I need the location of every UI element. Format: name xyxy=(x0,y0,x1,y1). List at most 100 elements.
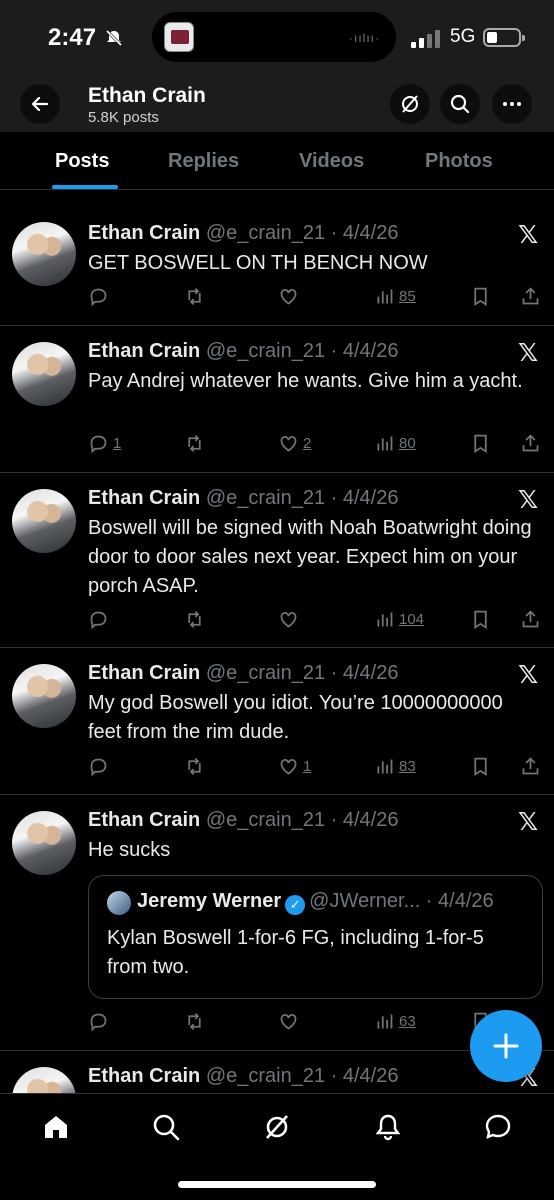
home-indicator[interactable] xyxy=(178,1181,376,1188)
post[interactable]: Ethan Crain @e_crain_21 · 4/4/26 𝕏 Pay A… xyxy=(0,326,554,473)
live-activity-app-icon xyxy=(164,22,194,52)
views-button[interactable]: 63 xyxy=(374,1011,416,1032)
post-header: Ethan Crain @e_crain_21 · 4/4/26 xyxy=(88,340,398,363)
view-count: 63 xyxy=(399,1013,416,1030)
quoted-handle-date: @JWerner... · 4/4/26 xyxy=(309,890,494,912)
tab-posts[interactable]: Posts xyxy=(55,150,109,173)
post[interactable]: Ethan Crain @e_crain_21 · 4/4/26 𝕏 GET B… xyxy=(0,208,554,326)
repost-icon xyxy=(188,611,201,628)
like-button[interactable]: 1 xyxy=(278,756,311,777)
quoted-header: Jeremy Werner ✓ @JWerner... · 4/4/26 xyxy=(137,890,494,915)
bookmark-button[interactable] xyxy=(470,609,491,630)
heart-icon xyxy=(280,436,297,452)
author-name[interactable]: Ethan Crain xyxy=(88,222,200,244)
view-count: 80 xyxy=(399,435,416,452)
search-icon[interactable] xyxy=(151,1112,181,1142)
search-button[interactable] xyxy=(440,84,480,124)
avatar[interactable] xyxy=(12,664,76,728)
handle-date: @e_crain_21 · 4/4/26 xyxy=(205,1065,399,1087)
views-chart-icon xyxy=(377,612,393,627)
like-button[interactable] xyxy=(278,286,303,307)
repost-button[interactable] xyxy=(184,756,205,777)
more-icon xyxy=(503,102,521,106)
bookmark-button[interactable] xyxy=(470,756,491,777)
share-button[interactable] xyxy=(520,756,541,777)
quoted-text: Kylan Boswell 1-for-6 FG, including 1-fo… xyxy=(107,927,484,978)
search-icon xyxy=(450,94,470,114)
tab-photos[interactable]: Photos xyxy=(425,150,493,173)
author-name[interactable]: Ethan Crain xyxy=(88,809,200,831)
cellular-signal-icon xyxy=(411,30,440,48)
status-time: 2:47 xyxy=(48,24,124,52)
handle-date: @e_crain_21 · 4/4/26 xyxy=(205,222,399,244)
repost-button[interactable] xyxy=(184,433,205,454)
share-button[interactable] xyxy=(520,286,541,307)
back-button[interactable] xyxy=(20,84,60,124)
heart-icon xyxy=(280,759,297,775)
avatar[interactable] xyxy=(12,222,76,286)
post-count: 5.8K posts xyxy=(88,109,159,126)
messages-icon[interactable] xyxy=(483,1112,513,1142)
quoted-post[interactable]: Jeremy Werner ✓ @JWerner... · 4/4/26 Kylan… xyxy=(88,875,543,999)
grok-icon[interactable] xyxy=(262,1112,292,1142)
post[interactable]: Ethan Crain @e_crain_21 · 4/4/26 𝕏 He su… xyxy=(0,795,554,1051)
bookmark-button[interactable] xyxy=(470,286,491,307)
views-button[interactable]: 83 xyxy=(374,756,416,777)
compose-post-button[interactable] xyxy=(470,1010,542,1082)
post-text: My god Boswell you idiot. You’re 1000000… xyxy=(88,692,503,743)
repost-button[interactable] xyxy=(184,1011,205,1032)
x-logo-icon: 𝕏 xyxy=(518,339,539,367)
post-header: Ethan Crain @e_crain_21 · 4/4/26 xyxy=(88,662,398,685)
like-button[interactable] xyxy=(278,609,303,630)
post[interactable]: Ethan Crain @e_crain_21 · 4/4/26 𝕏 My go… xyxy=(0,648,554,795)
views-button[interactable]: 85 xyxy=(374,286,416,307)
profile-name: Ethan Crain xyxy=(88,84,206,107)
author-name[interactable]: Ethan Crain xyxy=(88,487,200,509)
views-button[interactable]: 104 xyxy=(374,609,424,630)
home-icon[interactable] xyxy=(41,1112,71,1142)
x-logo-icon: 𝕏 xyxy=(518,486,539,514)
reply-button[interactable] xyxy=(88,286,113,307)
bookmark-icon xyxy=(474,434,487,454)
avatar[interactable] xyxy=(12,342,76,406)
post-actions: 104 xyxy=(88,609,546,633)
post-text: Pay Andrej whatever he wants. Give him a… xyxy=(88,370,523,392)
post[interactable]: Ethan Crain @e_crain_21 · 4/4/26 𝕏 Boswe… xyxy=(0,473,554,648)
dynamic-island[interactable]: ·ıılıı· xyxy=(152,12,396,62)
views-button[interactable]: 80 xyxy=(374,433,416,454)
author-name[interactable]: Ethan Crain xyxy=(88,662,200,684)
avatar[interactable] xyxy=(12,811,76,875)
reply-button[interactable]: 1 xyxy=(88,433,121,454)
silent-mode-icon xyxy=(105,29,123,47)
status-bar: 2:47 ·ıılıı· 5G xyxy=(0,0,554,76)
tab-replies[interactable]: Replies xyxy=(168,150,239,173)
posts-feed: Ethan Crain @e_crain_21 · 4/4/26 𝕏 GET B… xyxy=(0,208,554,1131)
views-chart-icon xyxy=(377,759,393,774)
grok-button[interactable] xyxy=(390,84,430,124)
author-name[interactable]: Ethan Crain xyxy=(88,340,200,362)
repost-icon xyxy=(188,435,201,452)
author-name[interactable]: Ethan Crain xyxy=(88,1065,200,1087)
like-button[interactable] xyxy=(278,1011,303,1032)
audio-wave-icon: ·ıılıı· xyxy=(349,31,380,45)
handle-date: @e_crain_21 · 4/4/26 xyxy=(205,662,399,684)
more-options-button[interactable] xyxy=(492,84,532,124)
notifications-bell-icon[interactable] xyxy=(373,1112,403,1142)
handle-date: @e_crain_21 · 4/4/26 xyxy=(205,487,399,509)
repost-button[interactable] xyxy=(184,609,205,630)
share-button[interactable] xyxy=(520,433,541,454)
reply-button[interactable] xyxy=(88,1011,113,1032)
quoted-author-name: Jeremy Werner xyxy=(137,890,282,912)
bookmark-button[interactable] xyxy=(470,433,491,454)
tab-videos[interactable]: Videos xyxy=(299,150,364,173)
avatar[interactable] xyxy=(12,489,76,553)
profile-tabs: Posts Replies Videos Photos xyxy=(0,132,554,190)
reply-button[interactable] xyxy=(88,756,113,777)
reply-button[interactable] xyxy=(88,609,113,630)
views-chart-icon xyxy=(377,436,393,451)
share-button[interactable] xyxy=(520,609,541,630)
repost-button[interactable] xyxy=(184,286,205,307)
like-button[interactable]: 2 xyxy=(278,433,311,454)
heart-icon xyxy=(280,289,297,305)
post-header: Ethan Crain @e_crain_21 · 4/4/26 xyxy=(88,809,398,832)
